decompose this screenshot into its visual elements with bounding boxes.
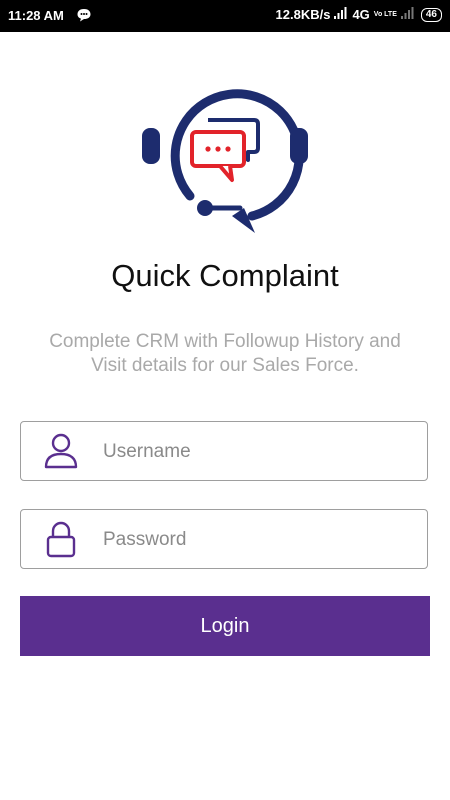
login-button[interactable]: Login xyxy=(20,596,430,656)
password-field[interactable] xyxy=(20,509,428,569)
network-speed: 12.8KB/s xyxy=(275,7,331,22)
app-title: Quick Complaint xyxy=(111,258,339,293)
status-bar: 11:28 AM 12.8KB/s 4G Vo LTE 46 xyxy=(0,0,450,32)
app-logo xyxy=(140,76,310,236)
user-icon xyxy=(43,432,79,470)
network-type: 4G xyxy=(352,7,370,22)
app-subtitle: Complete CRM with Followup History and V… xyxy=(49,331,401,376)
username-input[interactable] xyxy=(101,434,405,470)
password-input[interactable] xyxy=(101,522,405,558)
status-time: 11:28 AM xyxy=(8,8,64,23)
username-field[interactable] xyxy=(20,421,428,481)
lock-icon xyxy=(43,520,79,558)
status-right: 12.8KB/s 4G Vo LTE 46 xyxy=(276,7,442,22)
battery-indicator: 46 xyxy=(420,7,442,22)
signal-icon-secondary xyxy=(400,7,415,22)
volte-indicator: Vo LTE xyxy=(373,10,397,18)
chat-notification-icon xyxy=(76,7,92,26)
signal-icon xyxy=(334,7,348,22)
